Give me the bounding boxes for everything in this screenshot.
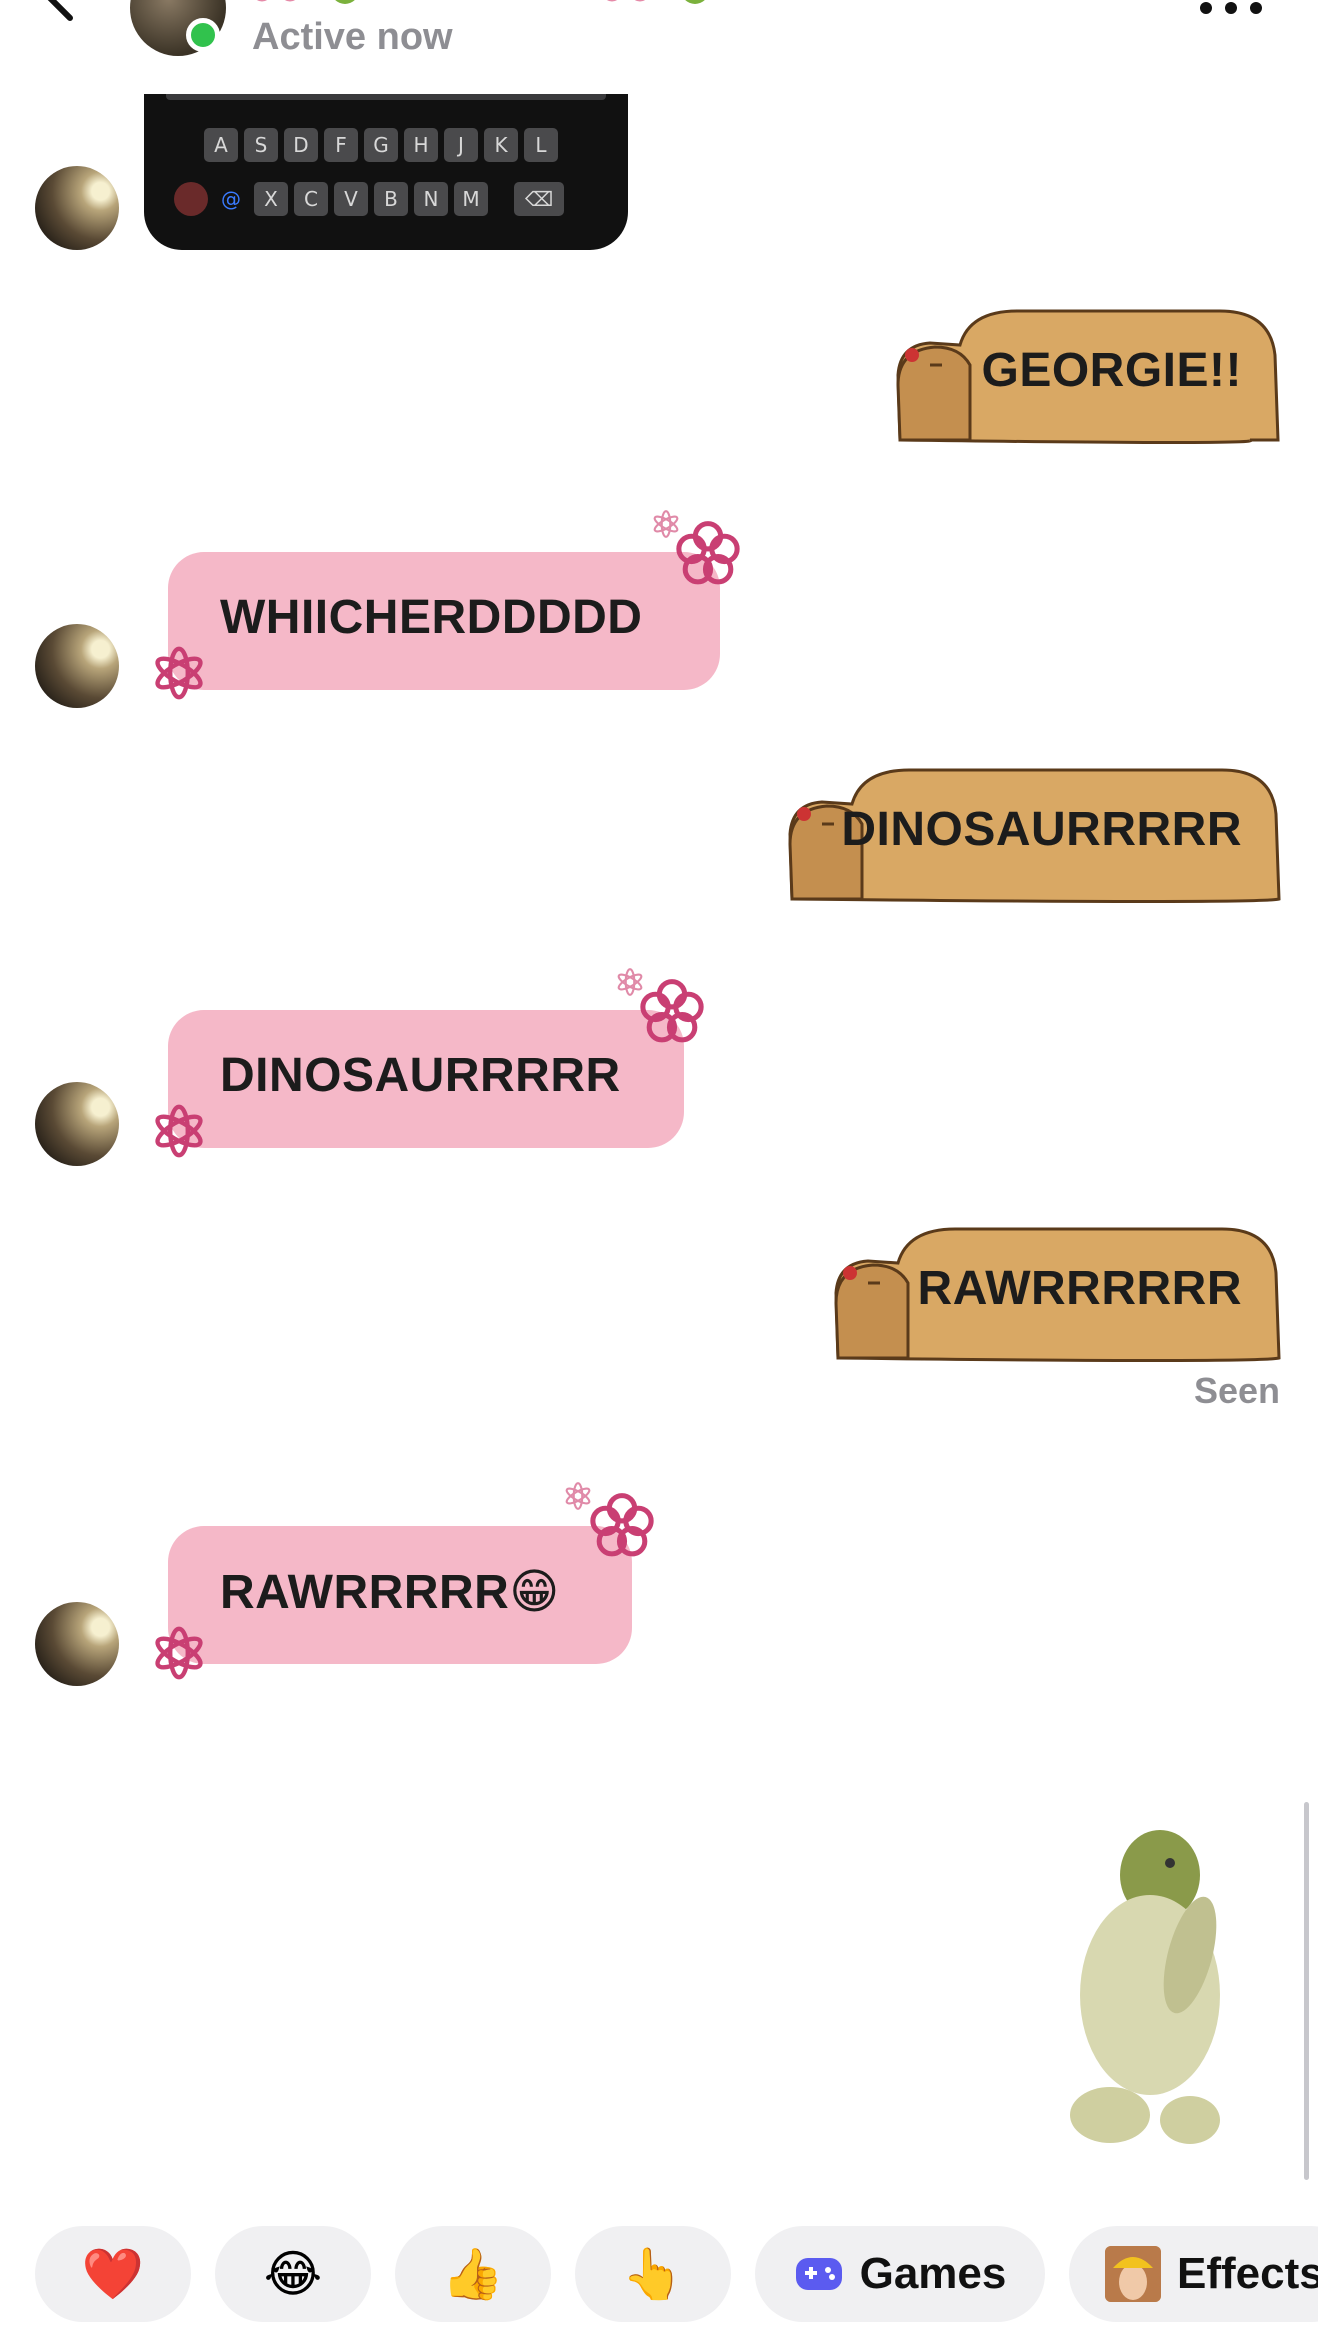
keyboard-key: J	[444, 128, 478, 162]
dancing-dinosaur-sticker[interactable]	[1060, 1815, 1240, 2145]
keyboard-key: C	[294, 182, 328, 216]
message-text: WHIICHERDDDDD	[220, 591, 643, 644]
sent-message-bubble[interactable]: RAWRRRRRR	[828, 1223, 1282, 1363]
keyboard-row: A S D F G H J K L	[204, 128, 558, 162]
message-text: DINOSAURRRRR	[841, 803, 1242, 856]
flower-decoration-icon	[565, 1482, 591, 1510]
sent-message-bubble[interactable]: DINOSAURRRRR	[782, 764, 1282, 904]
flower-decoration-icon	[653, 510, 679, 538]
message-text: RAWRRRRR😁	[220, 1566, 560, 1619]
flower-decoration-icon	[155, 646, 203, 700]
heart-icon: ❤️	[81, 2245, 145, 2302]
sender-avatar[interactable]	[35, 166, 119, 250]
keyboard-row: @ X C V B N M ⌫	[174, 182, 564, 216]
keyboard-key: H	[404, 128, 438, 162]
active-status-text: Active now	[252, 16, 453, 58]
back-arrow-icon[interactable]	[40, 0, 80, 28]
spiral-icon: @	[221, 187, 241, 211]
games-label: Games	[859, 2249, 1007, 2298]
sender-avatar[interactable]	[35, 624, 119, 708]
received-message-bubble[interactable]: DINOSAURRRRR	[168, 1010, 684, 1148]
sender-avatar[interactable]	[35, 1602, 119, 1686]
effects-button[interactable]: Effects	[1069, 2226, 1318, 2322]
flower-decoration-icon	[590, 1493, 654, 1557]
keyboard-key: B	[374, 182, 408, 216]
keyboard-key: X	[254, 182, 288, 216]
games-button[interactable]: Games	[755, 2226, 1045, 2322]
thumbs-up-reaction-button[interactable]: 👍	[395, 2226, 551, 2322]
sent-message-bubble[interactable]: GEORGIE!!	[890, 305, 1282, 445]
flower-decoration-icon	[155, 1626, 203, 1680]
keyboard-top-row	[166, 94, 606, 100]
seen-status: Seen	[1193, 1370, 1280, 1411]
flower-decoration-icon	[617, 968, 643, 996]
message-text: RAWRRRRRR	[917, 1262, 1242, 1315]
online-status-dot	[186, 18, 220, 52]
keyboard-key: L	[524, 128, 558, 162]
keyboard-key: S	[244, 128, 278, 162]
keyboard-key: A	[204, 128, 238, 162]
received-message-bubble[interactable]: WHIICHERDDDDD	[168, 552, 720, 690]
laughing-face-icon: 😂	[263, 2246, 323, 2302]
keyboard-key: M	[454, 182, 488, 216]
keyboard-key: N	[414, 182, 448, 216]
flower-decoration-icon	[155, 1104, 203, 1158]
message-text: DINOSAURRRRR	[220, 1049, 621, 1102]
gamepad-icon	[795, 2258, 842, 2290]
keyboard-key: K	[484, 128, 518, 162]
heart-reaction-button[interactable]: ❤️	[35, 2226, 191, 2322]
thumbs-up-icon: 👍	[441, 2245, 505, 2302]
effects-label: Effects	[1177, 2249, 1318, 2298]
pointing-reaction-button[interactable]: 👆	[575, 2226, 731, 2322]
sender-avatar[interactable]	[35, 1082, 119, 1166]
received-message-bubble[interactable]: RAWRRRRR😁	[168, 1526, 632, 1664]
laugh-reaction-button[interactable]: 😂	[215, 2226, 371, 2322]
keyboard-key: F	[324, 128, 358, 162]
shared-image-keyboard[interactable]: A S D F G H J K L @ X C V B N M ⌫	[144, 94, 628, 250]
keyboard-key: D	[284, 128, 318, 162]
pointing-hand-icon: 👆	[621, 2245, 685, 2302]
avatar-key-icon	[174, 182, 208, 216]
name-decoration-icon	[606, 0, 705, 4]
scrollbar[interactable]	[1304, 1802, 1309, 2180]
name-decoration-icon	[256, 0, 355, 4]
effects-thumbnail-icon	[1105, 2246, 1161, 2302]
keyboard-key: G	[364, 128, 398, 162]
message-text: GEORGIE!!	[981, 344, 1242, 397]
keyboard-key: V	[334, 182, 368, 216]
more-options-icon[interactable]	[1196, 0, 1266, 20]
backspace-icon: ⌫	[514, 182, 564, 216]
